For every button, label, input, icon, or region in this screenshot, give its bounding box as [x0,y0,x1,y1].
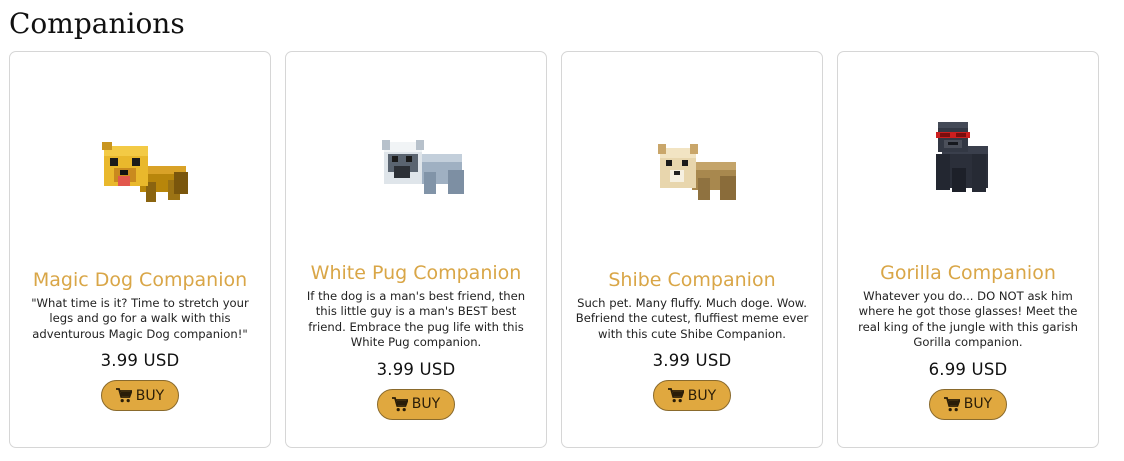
cart-icon [667,388,684,403]
product-name: Shibe Companion [608,269,776,291]
cart-icon [115,388,132,403]
product-card-body: Gorilla Companion Whatever you do... DO … [838,261,1098,420]
buy-button-label: BUY [411,396,441,413]
product-price: 3.99 USD [100,351,180,371]
buy-button-label: BUY [687,387,717,404]
product-card: Magic Dog Companion "What time is it? Ti… [9,51,271,448]
product-description: Such pet. Many fluffy. Much doge. Wow. B… [575,296,809,341]
product-description: "What time is it? Time to stretch your l… [31,296,249,341]
cart-icon [391,396,408,411]
product-price: 3.99 USD [376,359,456,379]
product-description: If the dog is a man's best friend, then … [306,289,526,350]
product-card: White Pug Companion If the dog is a man'… [285,51,547,448]
product-card: Gorilla Companion Whatever you do... DO … [837,51,1099,448]
buy-button[interactable]: BUY [653,380,731,412]
product-card-body: Shibe Companion Such pet. Many fluffy. M… [562,268,822,412]
buy-button[interactable]: BUY [929,388,1007,420]
magic-dog-pet-image [102,142,188,202]
product-card-body: White Pug Companion If the dog is a man'… [286,261,546,420]
white-pug-pet-image [382,140,464,194]
buy-button[interactable]: BUY [377,388,455,420]
product-grid: Magic Dog Companion "What time is it? Ti… [9,51,1099,448]
product-price: 3.99 USD [652,351,732,371]
shibe-pet-image [658,144,736,200]
product-name: Magic Dog Companion [32,269,248,291]
gorilla-pet-image [936,122,988,192]
product-description: Whatever you do... DO NOT ask him where … [858,289,1078,350]
product-price: 6.99 USD [928,359,1008,379]
buy-button-label: BUY [135,387,165,404]
product-card: Shibe Companion Such pet. Many fluffy. M… [561,51,823,448]
product-name: Gorilla Companion [880,262,1056,284]
buy-button-label: BUY [963,396,993,413]
product-card-body: Magic Dog Companion "What time is it? Ti… [10,268,270,412]
page-title: Companions [9,7,185,40]
buy-button[interactable]: BUY [101,380,179,412]
product-name: White Pug Companion [310,262,522,284]
cart-icon [943,396,960,411]
